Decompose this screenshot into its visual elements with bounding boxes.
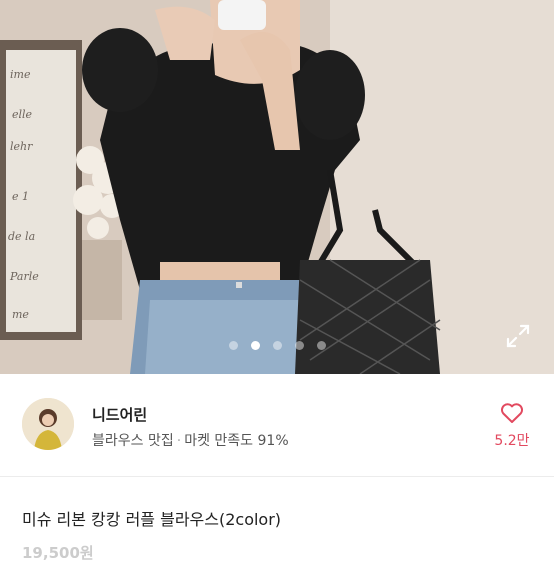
like-button[interactable]: 5.2만 [490, 402, 534, 450]
product-photo[interactable]: ime elle lehr e 1 de la Parle me [0, 0, 554, 374]
avatar-image [22, 398, 74, 450]
seller-category: 블라우스 맛집 [92, 433, 174, 449]
svg-text:Parle: Parle [9, 270, 39, 283]
product-price: 19,500원 [22, 544, 94, 562]
carousel-dot[interactable] [294, 341, 304, 350]
heart-icon [500, 403, 524, 423]
svg-text:elle: elle [12, 108, 33, 121]
svg-text:e 1: e 1 [12, 190, 29, 203]
product-title: 미슈 리본 캉캉 러플 블라우스(2color) [22, 510, 282, 529]
divider [0, 476, 554, 477]
like-count: 5.2만 [494, 433, 530, 449]
expand-image-button[interactable] [504, 322, 532, 350]
separator: · [176, 433, 182, 449]
avatar[interactable] [22, 398, 74, 450]
carousel-dot-active[interactable] [250, 341, 260, 350]
svg-text:lehr: lehr [10, 140, 33, 153]
svg-text:me: me [12, 308, 29, 321]
svg-text:de la: de la [8, 230, 35, 243]
market-satisfaction-value: 91% [257, 433, 289, 449]
carousel-dot[interactable] [316, 341, 326, 350]
seller-meta: 블라우스 맛집 · 마켓 만족도 91% [92, 430, 289, 450]
market-satisfaction-label: 마켓 만족도 [184, 433, 254, 449]
product-image: ime elle lehr e 1 de la Parle me [0, 0, 554, 374]
expand-icon [506, 324, 530, 348]
carousel-dot[interactable] [272, 341, 282, 350]
seller-info[interactable]: 니드어린 블라우스 맛집 · 마켓 만족도 91% 5.2만 [0, 374, 554, 476]
svg-text:ime: ime [10, 68, 31, 81]
carousel-indicator[interactable] [0, 341, 554, 350]
carousel-dot[interactable] [228, 341, 238, 350]
seller-name[interactable]: 니드어린 [92, 404, 147, 425]
